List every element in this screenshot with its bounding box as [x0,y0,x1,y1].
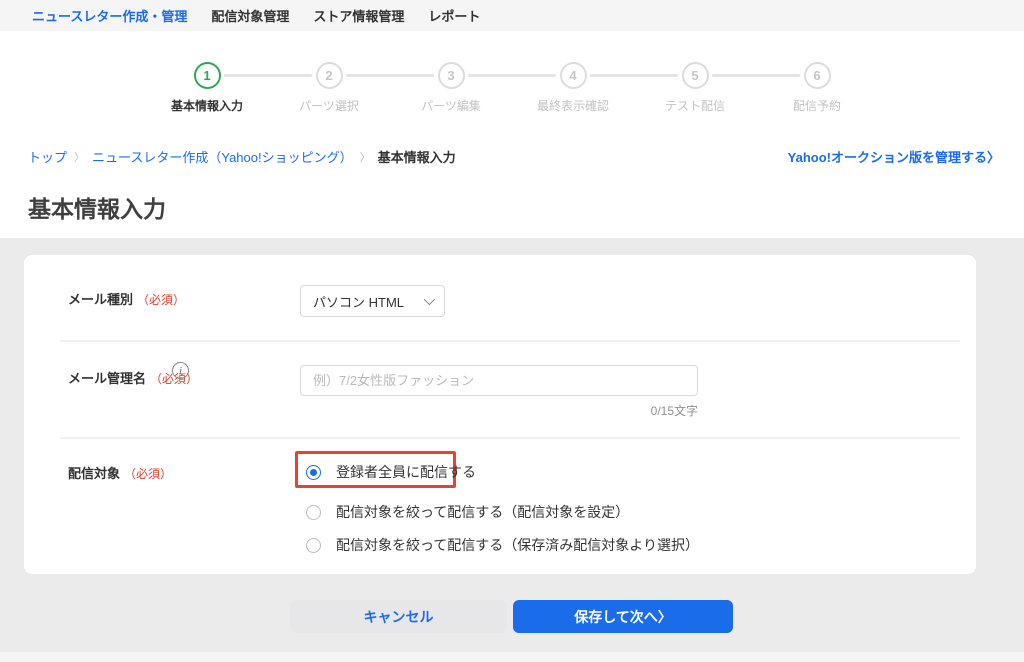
auction-version-manage-label: Yahoo!オークション版を管理する [788,150,987,165]
save-and-next-button[interactable]: 保存して次へ〉 [513,600,733,633]
step-2-label: パーツ選択 [299,97,359,114]
step-5-test-delivery: 5 テスト配信 [634,62,756,114]
radio-option-all-subscribers[interactable]: 登録者全員に配信する [306,462,476,482]
required-badge: （必須） [137,293,185,307]
progress-stepper: 1 基本情報入力 2 パーツ選択 3 パーツ編集 4 最終表示確認 5 テスト配… [0,62,1024,114]
step-4-final-check: 4 最終表示確認 [512,62,634,114]
page-title: 基本情報入力 [28,190,166,224]
mail-type-label-text: メール種別 [68,292,133,307]
divider [60,340,960,342]
step-1-basic-info: 1 基本情報入力 [146,62,268,114]
nav-item-newsletter-manage[interactable]: ニュースレター作成・管理 [32,6,187,25]
step-1-circle: 1 [194,62,221,89]
nav-item-report[interactable]: レポート [428,6,480,25]
newsletter-basic-info-page: ニュースレター作成・管理 配信対象管理 ストア情報管理 レポート 1 基本情報入… [0,0,1024,662]
mail-name-input[interactable] [300,365,698,396]
step-5-label: テスト配信 [665,97,725,114]
breadcrumb-current: 基本情報入力 [378,147,456,166]
char-counter: 0/15文字 [300,402,698,419]
chevron-right-icon: 〉 [74,149,85,165]
breadcrumb-row: トップ 〉 ニュースレター作成（Yahoo!ショッピング） 〉 基本情報入力 Y… [28,147,1000,166]
step-4-circle: 4 [560,62,587,89]
cancel-button[interactable]: キャンセル [290,600,507,633]
radio-option-label: 配信対象を絞って配信する（保存済み配信対象より選択） [336,535,699,555]
divider [60,437,960,439]
breadcrumb: トップ 〉 ニュースレター作成（Yahoo!ショッピング） 〉 基本情報入力 [28,147,456,166]
nav-item-target-manage[interactable]: 配信対象管理 [211,6,289,25]
step-2-parts-select: 2 パーツ選択 [268,62,390,114]
radio-option-filtered-saved-target[interactable]: 配信対象を絞って配信する（保存済み配信対象より選択） [306,535,699,555]
mail-type-label: メール種別 （必須） [68,289,185,308]
basic-info-form-card: メール種別（必須） パソコン HTML メール管理名（必須） i 0/15文字 … [24,255,976,574]
step-6-circle: 6 [804,62,831,89]
step-3-circle: 3 [438,62,465,89]
chevron-down-icon [424,294,435,305]
delivery-target-label-text: 配信対象 [68,466,120,481]
top-nav: ニュースレター作成・管理 配信対象管理 ストア情報管理 レポート [0,0,1024,31]
radio-unselected-icon[interactable] [306,505,321,520]
step-2-circle: 2 [316,62,343,89]
step-6-label: 配信予約 [793,97,841,114]
delivery-target-label: 配信対象 （必須） [68,463,172,482]
info-icon[interactable]: i [172,362,189,379]
save-and-next-label: 保存して次へ [574,609,658,625]
step-3-parts-edit: 3 パーツ編集 [390,62,512,114]
chevron-right-icon: 〉 [987,150,1000,165]
step-4-label: 最終表示確認 [537,97,609,114]
chevron-right-icon: 〉 [658,609,672,625]
mail-name-label-text: メール管理名 [68,371,146,386]
step-1-label: 基本情報入力 [171,97,243,114]
breadcrumb-newsletter-create-link[interactable]: ニュースレター作成（Yahoo!ショッピング） [92,147,353,166]
radio-option-label: 配信対象を絞って配信する（配信対象を設定） [336,502,629,522]
auction-version-manage-link[interactable]: Yahoo!オークション版を管理する〉 [788,147,1000,166]
radio-option-filtered-set-target[interactable]: 配信対象を絞って配信する（配信対象を設定） [306,502,629,522]
radio-unselected-icon[interactable] [306,538,321,553]
step-5-circle: 5 [682,62,709,89]
step-3-label: パーツ編集 [421,97,481,114]
required-badge: （必須） [124,467,172,481]
mail-type-select[interactable]: パソコン HTML [300,285,445,317]
step-6-delivery-schedule: 6 配信予約 [756,62,878,114]
radio-selected-icon[interactable] [306,465,321,480]
breadcrumb-top-link[interactable]: トップ [28,147,67,166]
radio-option-label: 登録者全員に配信する [336,462,476,482]
mail-type-selected-value: パソコン HTML [313,292,404,311]
bottom-strip [0,652,1024,662]
chevron-right-icon: 〉 [360,149,371,165]
nav-item-store-info-manage[interactable]: ストア情報管理 [313,6,404,25]
